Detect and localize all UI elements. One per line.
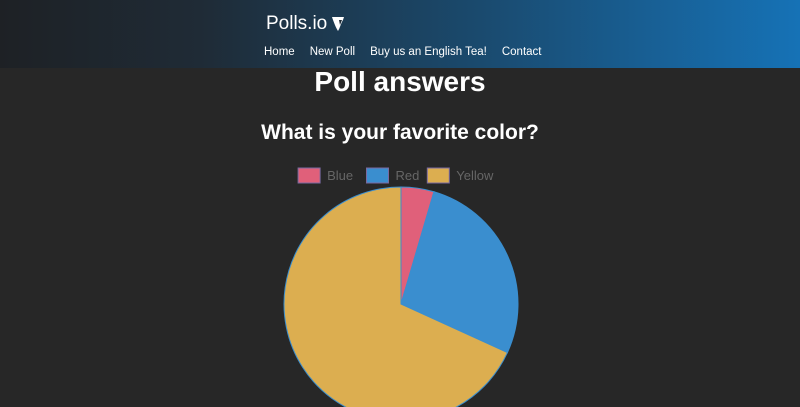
nav-home-link[interactable]: Home: [264, 44, 295, 60]
nav-contact-link[interactable]: Contact: [502, 44, 542, 60]
page-title: Poll answers: [314, 66, 486, 97]
page: Polls.io Home New Poll Buy us an English…: [0, 0, 800, 407]
legend-label-blue[interactable]: Blue: [327, 168, 353, 183]
legend-swatch-yellow[interactable]: [426, 167, 450, 184]
legend-label-yellow[interactable]: Yellow: [456, 168, 494, 183]
pie-chart: Blue Red Yellow: [283, 167, 519, 407]
nav-buy-tea-link[interactable]: Buy us an English Tea!: [370, 44, 487, 60]
typo3-logo-icon: [332, 17, 345, 31]
brand-name: Polls.io: [266, 13, 328, 34]
nav-menu: Home New Poll Buy us an English Tea! Con…: [264, 44, 542, 60]
navbar: Polls.io Home New Poll Buy us an English…: [0, 0, 800, 68]
poll-chart: Blue Red Yellow: [0, 158, 800, 407]
legend-label-red[interactable]: Red: [396, 168, 420, 183]
poll-question: What is your favorite color?: [261, 121, 539, 144]
nav-new-poll-link[interactable]: New Poll: [310, 44, 355, 60]
legend-swatch-red[interactable]: [366, 167, 389, 184]
brand-link[interactable]: Polls.io: [266, 12, 345, 36]
legend-swatch-blue[interactable]: [297, 167, 321, 184]
